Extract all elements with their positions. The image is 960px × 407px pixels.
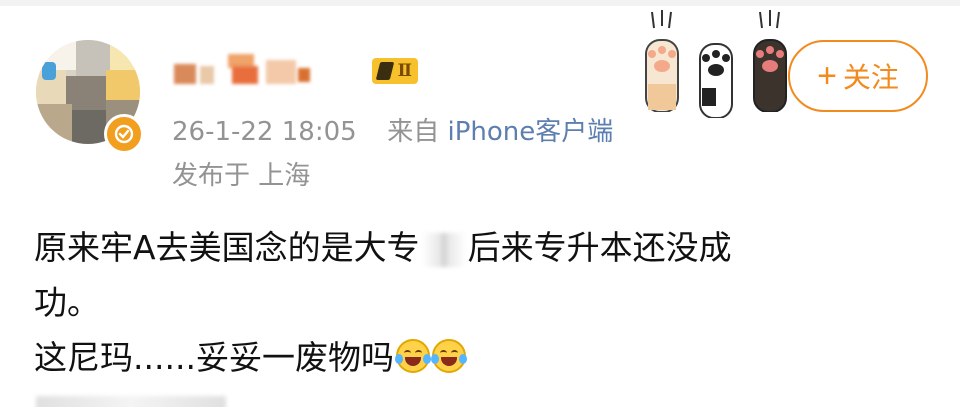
weibo-post-card: Ⅱ 26-1-22 18:05 来自 iPhone客户端 发布于 上海 + 关注… bbox=[0, 0, 960, 407]
post-line-3: 这尼玛......妥妥一废物吗 bbox=[34, 330, 914, 385]
cat-paw-icon bbox=[645, 10, 679, 112]
follow-label: 关注 bbox=[842, 62, 899, 93]
top-divider bbox=[0, 0, 960, 6]
verified-badge-icon bbox=[104, 114, 144, 154]
cat-paw-icon bbox=[699, 43, 733, 118]
level-badge: Ⅱ bbox=[372, 58, 418, 84]
plus-icon: + bbox=[817, 57, 837, 95]
timestamp: 26-1-22 18:05 bbox=[172, 117, 357, 147]
cat-paw-decoration-icon bbox=[634, 10, 804, 120]
source-prefix: 来自 bbox=[387, 117, 440, 147]
laughing-crying-emoji-icon bbox=[394, 339, 431, 373]
cat-paw-icon bbox=[753, 10, 787, 112]
post-meta: 26-1-22 18:05 来自 iPhone客户端 bbox=[172, 111, 613, 147]
username[interactable] bbox=[170, 52, 350, 88]
laughing-crying-emoji-icon bbox=[430, 339, 467, 373]
follow-button[interactable]: + 关注 bbox=[788, 40, 928, 112]
post-line-2: 功。 bbox=[34, 283, 100, 322]
post-location: 发布于 上海 bbox=[172, 161, 311, 191]
badge-mark-icon bbox=[375, 62, 395, 80]
redacted-text bbox=[421, 232, 466, 267]
truncated-content bbox=[36, 396, 226, 407]
post-line-1: 原来牢A去美国念的是大专 后来专升本还没成 bbox=[34, 228, 732, 267]
post-body: 原来牢A去美国念的是大专 后来专升本还没成 功。 这尼玛......妥妥一废物吗 bbox=[34, 220, 914, 385]
source-link[interactable]: iPhone客户端 bbox=[447, 117, 613, 147]
